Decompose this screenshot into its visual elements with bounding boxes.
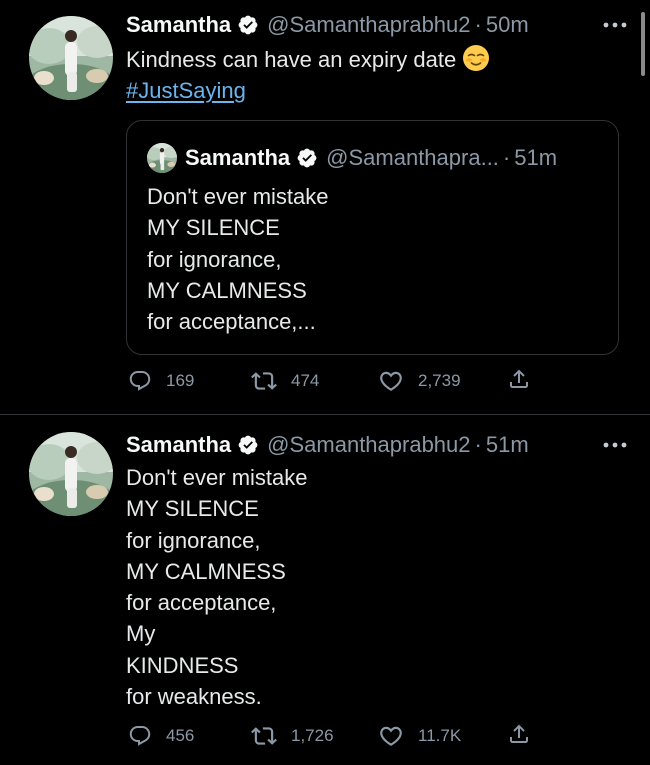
- separator-dot: ·: [474, 12, 482, 37]
- retweet-button[interactable]: 474: [251, 366, 319, 396]
- like-icon: [378, 723, 404, 749]
- reply-button[interactable]: 456: [128, 721, 194, 751]
- more-options-icon[interactable]: [602, 20, 628, 30]
- retweet-button[interactable]: 1,726: [251, 721, 334, 751]
- relieved-smiling-face-icon: [463, 45, 490, 71]
- tweet-header: Samantha @Samanthaprabhu2 · 51m: [126, 431, 529, 459]
- separator-dot: ·: [502, 145, 511, 170]
- tweet-text-content: Kindness can have an expiry date: [126, 47, 457, 72]
- like-count: 2,739: [418, 371, 461, 390]
- author-handle[interactable]: @Samanthaprabhu2: [267, 11, 470, 39]
- share-icon[interactable]: [507, 367, 531, 391]
- quoted-author-name: Samantha: [185, 145, 291, 170]
- separator-dot: ·: [474, 432, 482, 457]
- timestamp[interactable]: 51m: [486, 431, 529, 459]
- avatar[interactable]: [29, 16, 113, 100]
- tweet[interactable]: Samantha @Samanthaprabhu2 · 50m Kindness…: [0, 0, 650, 414]
- author-name[interactable]: Samantha: [126, 431, 231, 459]
- author-name[interactable]: Samantha: [126, 11, 231, 39]
- retweet-count: 1,726: [291, 726, 334, 745]
- verified-badge-icon: [237, 14, 259, 36]
- tweet-actions: 169 474 2,739: [128, 366, 548, 396]
- reply-count: 169: [166, 371, 195, 390]
- like-icon: [378, 368, 404, 394]
- quoted-tweet[interactable]: Samantha @Samanthapra... · 51m Don't eve…: [126, 120, 619, 355]
- like-button[interactable]: 2,739: [378, 366, 461, 396]
- quoted-author-handle: @Samanthapra...: [326, 145, 499, 170]
- avatar[interactable]: [29, 432, 113, 516]
- tweet[interactable]: Samantha @Samanthaprabhu2 · 51m Don't ev…: [0, 415, 650, 765]
- reply-button[interactable]: 169: [128, 366, 194, 396]
- retweet-count: 474: [291, 371, 320, 390]
- reply-icon: [128, 369, 152, 393]
- reply-icon: [128, 724, 152, 748]
- reply-count: 456: [166, 726, 195, 745]
- tweet-text: Kindness can have an expiry date #JustSa…: [126, 44, 490, 107]
- hashtag-link[interactable]: #JustSaying: [126, 78, 246, 103]
- quoted-avatar: [147, 143, 177, 173]
- quoted-timestamp: 51m: [514, 145, 558, 170]
- timestamp[interactable]: 50m: [486, 11, 529, 39]
- verified-badge-icon: [237, 434, 259, 456]
- tweet-header: Samantha @Samanthaprabhu2 · 50m: [126, 11, 529, 39]
- retweet-icon: [251, 723, 277, 749]
- tweet-actions: 456 1,726 11.7K: [128, 721, 548, 751]
- quoted-tweet-text: Don't ever mistake MY SILENCE for ignora…: [147, 184, 329, 335]
- share-icon[interactable]: [507, 722, 531, 746]
- like-button[interactable]: 11.7K: [378, 721, 461, 751]
- tweet-text: Don't ever mistake MY SILENCE for ignora…: [126, 465, 308, 710]
- verified-badge-icon: [296, 147, 318, 169]
- more-options-icon[interactable]: [602, 440, 628, 450]
- quoted-tweet-header: Samantha @Samanthapra... · 51m: [147, 143, 557, 173]
- author-handle[interactable]: @Samanthaprabhu2: [267, 431, 470, 459]
- like-count: 11.7K: [418, 726, 462, 745]
- retweet-icon: [251, 368, 277, 394]
